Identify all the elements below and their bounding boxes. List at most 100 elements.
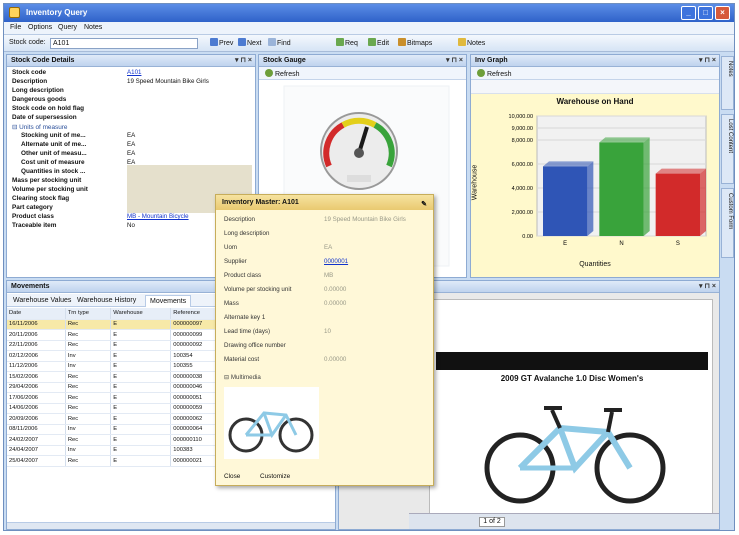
detail-label: Quantities in stock ... — [21, 168, 86, 175]
side-tab-lost-content[interactable]: Lost Content — [721, 114, 734, 184]
stock-code-input[interactable]: A101 — [50, 38, 198, 49]
pane-controls[interactable]: ▾ ⊓ × — [699, 55, 716, 67]
detail-label: Alternate unit of me... — [21, 141, 87, 148]
stock-gauge-header: Stock Gauge ▾ ⊓ × — [259, 55, 466, 67]
refresh-icon — [477, 69, 485, 77]
bar-top — [655, 168, 706, 174]
bitmaps-icon — [398, 38, 406, 46]
edit-button[interactable]: Edit — [366, 38, 391, 49]
find-button[interactable]: Find — [266, 38, 293, 49]
detail-value: EA — [127, 141, 136, 148]
table-cell: E — [110, 392, 172, 404]
popup-close-link[interactable]: Close — [224, 473, 240, 480]
menu-notes[interactable]: Notes — [84, 24, 102, 31]
pane-controls[interactable]: ▾ ⊓ × — [699, 281, 716, 293]
page-indicator[interactable]: 1 of 2 — [479, 517, 505, 527]
req-button[interactable]: Req — [334, 38, 360, 49]
detail-value[interactable]: A101 — [127, 69, 141, 76]
maximize-button[interactable]: □ — [698, 6, 713, 20]
tab-movements[interactable]: Movements — [145, 295, 192, 307]
y-tick-label: 10,000.00 — [509, 114, 533, 120]
detail-label: Other unit of measu... — [21, 150, 87, 157]
gauge-refresh-button[interactable]: Refresh — [265, 69, 300, 78]
column-header[interactable]: Trn type — [65, 308, 112, 320]
title-bar: Inventory Query _ □ × — [4, 4, 734, 22]
edit-pencil-icon[interactable]: ✎ — [421, 197, 427, 212]
menu-file[interactable]: File — [10, 24, 21, 31]
bar[interactable] — [543, 166, 588, 236]
document-page: 2009 GT Avalanche 1.0 Disc Women's — [429, 299, 713, 517]
pane-controls[interactable]: ▾ ⊓ × — [235, 55, 252, 67]
popup-customize-link[interactable]: Customize — [260, 473, 290, 480]
side-tab-notes[interactable]: Notes — [721, 56, 734, 110]
y-tick-label: 9,000.00 — [512, 126, 533, 132]
menu-query[interactable]: Query — [58, 24, 77, 31]
detail-value[interactable]: MB - Mountain Bicycle — [127, 213, 189, 220]
pane-controls[interactable]: ▾ ⊓ × — [446, 55, 463, 67]
detail-label: Stocking unit of me... — [21, 132, 86, 139]
table-cell: 24/04/2007 — [7, 445, 66, 456]
popup-field-value: 0.00000 — [324, 286, 347, 293]
gauge-toolbar: Refresh — [259, 67, 466, 80]
detail-label: Dangerous goods — [12, 96, 67, 103]
graph-toolbar: Refresh — [471, 67, 719, 80]
app-icon — [9, 7, 20, 18]
popup-field-label: Drawing office number — [224, 342, 286, 349]
stock-details-header: Stock Code Details ▾ ⊓ × — [7, 55, 255, 67]
table-cell: Rec — [65, 413, 112, 425]
units-section-toggle[interactable]: ⊟ Units of measure — [12, 123, 67, 131]
table-cell: 29/04/2006 — [7, 382, 66, 393]
table-cell: 02/12/2006 — [7, 350, 66, 362]
bike-image — [484, 406, 666, 504]
table-cell: E — [110, 329, 172, 341]
detail-label: Cost unit of measure — [21, 159, 85, 166]
table-cell: Rec — [65, 371, 112, 383]
table-cell: Rec — [65, 455, 112, 467]
stock-code-label: Stock code: — [9, 39, 46, 46]
bar-side — [587, 161, 594, 236]
graph-refresh-button[interactable]: Refresh — [477, 69, 512, 78]
bar[interactable] — [599, 142, 644, 236]
table-cell: Rec — [65, 319, 112, 330]
column-header[interactable]: Warehouse — [110, 308, 172, 320]
prev-button[interactable]: Prev — [208, 38, 235, 49]
table-cell: E — [110, 413, 172, 425]
column-header[interactable]: Date — [7, 308, 66, 320]
detail-value: 19 Speed Mountain Bike Girls — [127, 78, 209, 85]
next-button[interactable]: Next — [236, 38, 263, 49]
detail-value: EA — [127, 150, 136, 157]
bar-side — [700, 168, 706, 236]
bar-top — [543, 161, 594, 167]
bitmaps-button[interactable]: Bitmaps — [396, 38, 434, 49]
table-cell: 20/09/2006 — [7, 413, 66, 425]
horizontal-scrollbar[interactable] — [7, 522, 335, 529]
document-banner — [436, 352, 708, 370]
close-button[interactable]: × — [715, 6, 730, 20]
detail-label: Volume per stocking unit — [12, 186, 88, 193]
popup-field-label: Product class — [224, 272, 262, 279]
y-tick-label: 8,000.00 — [512, 138, 533, 144]
chart-area: Warehouse on Hand Warehouse Quantities 1… — [471, 94, 719, 277]
menu-options[interactable]: Options — [28, 24, 52, 31]
detail-label: Stock code on hold flag — [12, 105, 85, 112]
tab-warehouse-history[interactable]: Warehouse History — [77, 297, 136, 304]
table-cell: Rec — [65, 403, 112, 414]
y-tick-label: 0.00 — [522, 234, 533, 240]
bar-chart: 10,000.00 9,000.00 8,000.00 6,000.00 4,000.0… — [509, 114, 707, 247]
tab-warehouse-values[interactable]: Warehouse Values — [13, 297, 71, 304]
table-cell: Inv — [65, 445, 112, 456]
chart-toolbar[interactable] — [471, 80, 719, 94]
side-tab-custom-form[interactable]: Custom Form — [721, 188, 734, 258]
table-cell: E — [110, 455, 172, 467]
multimedia-toggle[interactable]: ⊟ Multimedia — [224, 374, 261, 381]
popup-field-value[interactable]: 0000001 — [324, 258, 348, 265]
notes-icon — [458, 38, 466, 46]
req-icon — [336, 38, 344, 46]
bar[interactable] — [655, 173, 700, 236]
minimize-button[interactable]: _ — [681, 6, 696, 20]
table-cell: 25/04/2007 — [7, 455, 66, 467]
notes-button[interactable]: Notes — [456, 38, 487, 49]
prev-icon — [210, 38, 218, 46]
popup-field-label: Supplier — [224, 258, 247, 265]
table-cell: Rec — [65, 434, 112, 446]
